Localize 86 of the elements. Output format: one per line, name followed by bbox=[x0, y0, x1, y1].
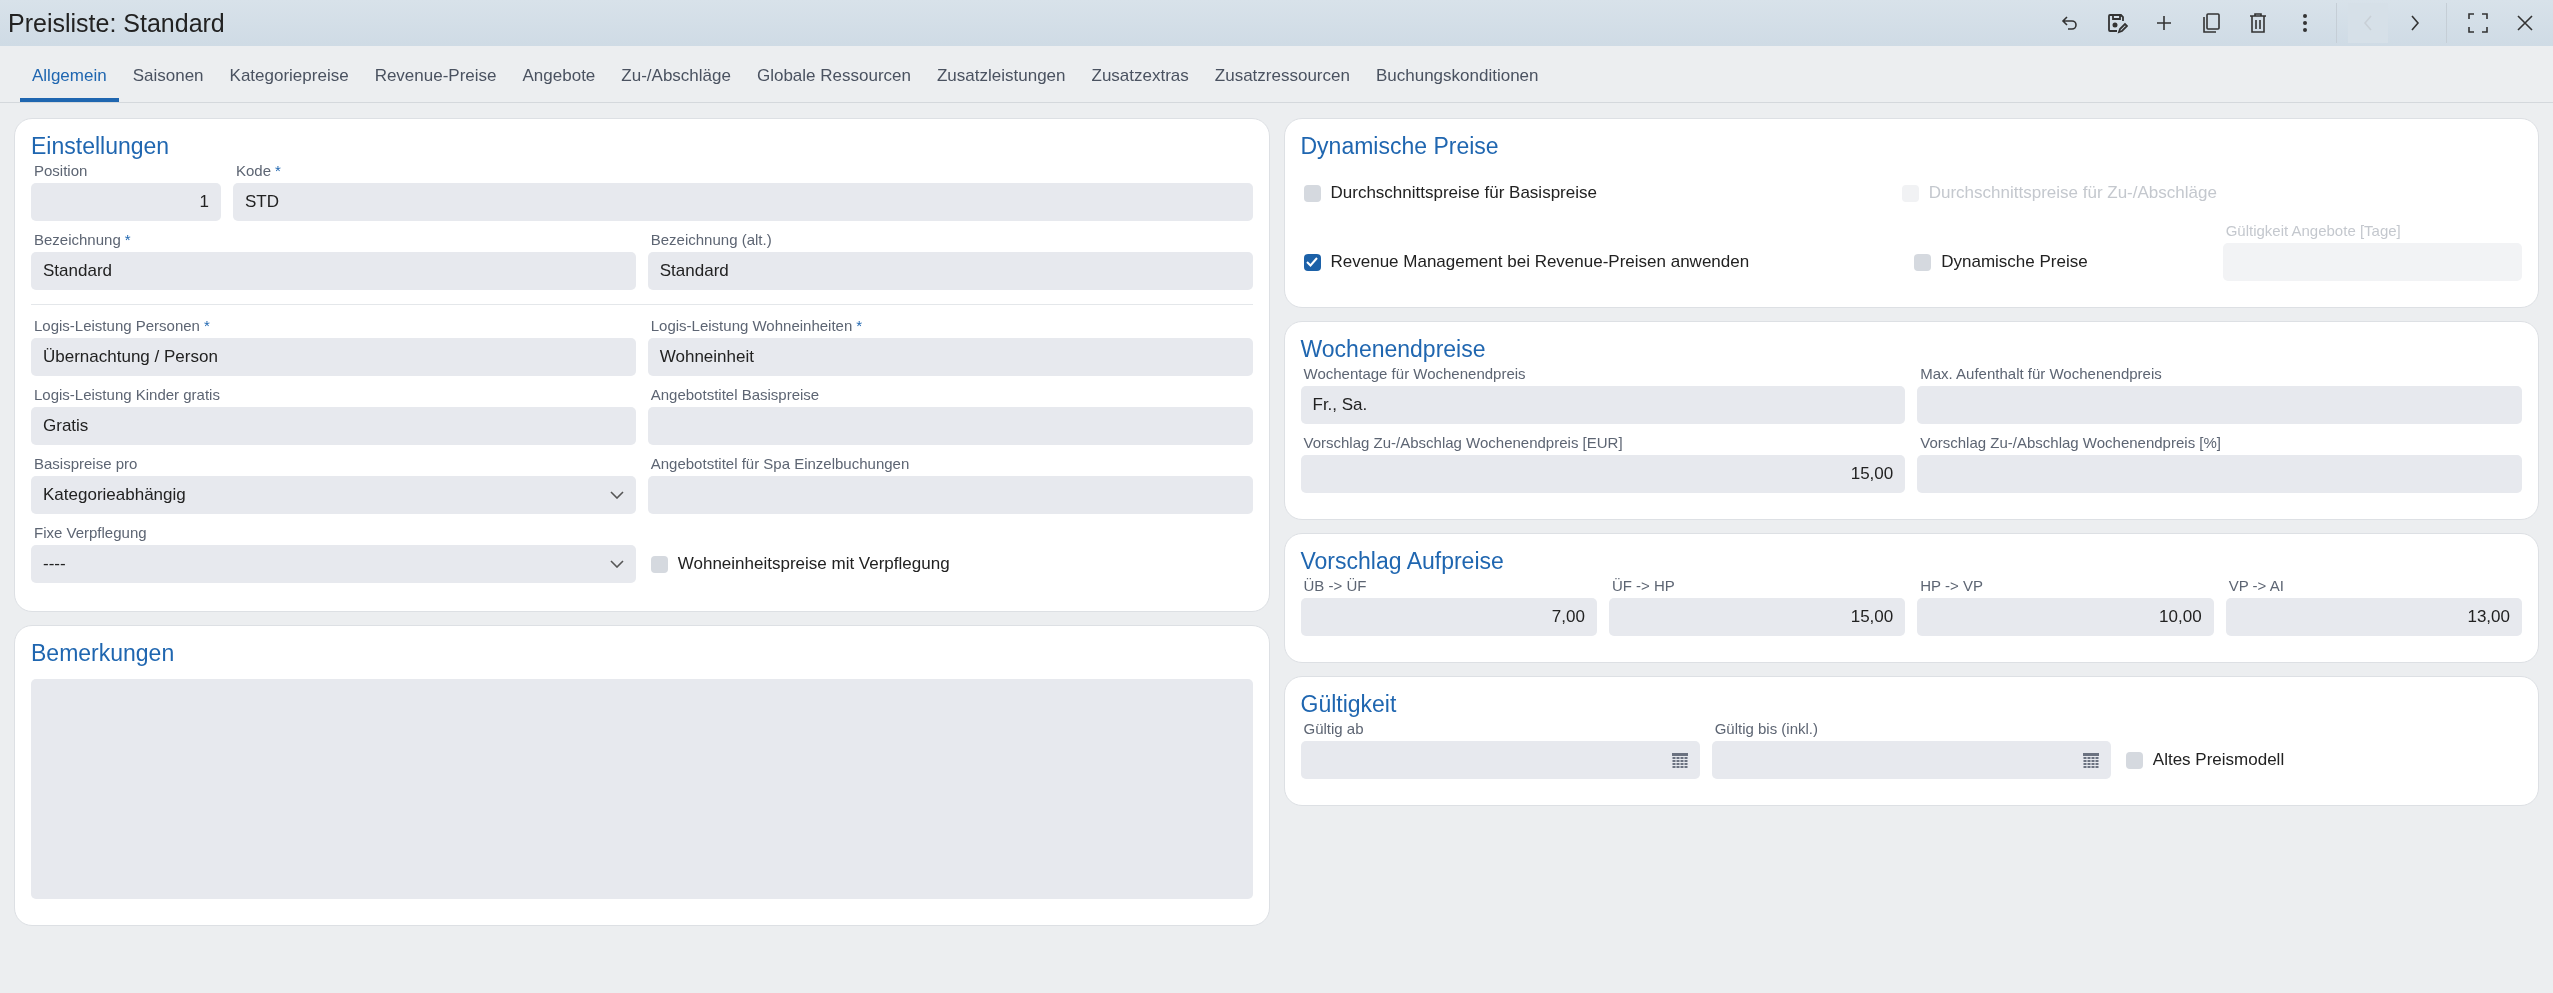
calendar-icon bbox=[1671, 752, 1688, 768]
input-field[interactable]: Standard bbox=[31, 252, 636, 290]
undo-icon bbox=[2060, 13, 2080, 33]
field-label: Angebotstitel Basispreise bbox=[649, 386, 821, 403]
input-field[interactable]: 10,00 bbox=[1917, 598, 2214, 636]
input-field[interactable] bbox=[647, 476, 1253, 514]
fullscreen-icon bbox=[2468, 13, 2488, 33]
checkbox-label: Wohneinheitspreise mit Verpflegung bbox=[677, 554, 950, 574]
chevron-down-icon bbox=[609, 560, 624, 568]
input-field[interactable]: 13,00 bbox=[2225, 598, 2522, 636]
tab[interactable]: Allgemein bbox=[20, 46, 119, 102]
field-label: Angebotstitel für Spa Einzelbuchungen bbox=[649, 455, 911, 472]
tab[interactable]: Zu-/Abschläge bbox=[609, 46, 743, 102]
plus-icon bbox=[2155, 14, 2173, 32]
input-field[interactable] bbox=[1917, 386, 2522, 424]
window-title: Preisliste: Standard bbox=[8, 8, 226, 38]
field-label: ÜF -> HP bbox=[1610, 577, 1676, 594]
checkbox-label: Revenue Management bei Revenue-Preisen anwenden bbox=[1330, 252, 1750, 272]
more-icon bbox=[2302, 13, 2308, 33]
field-label: Bezeichnung (alt.) bbox=[649, 231, 773, 248]
checkbox[interactable] bbox=[1303, 253, 1321, 271]
input-field[interactable]: 15,00 bbox=[1608, 598, 1906, 636]
input-field[interactable]: STD bbox=[233, 183, 1253, 221]
field-label: Logis-Leistung Personen * bbox=[33, 317, 211, 334]
section-title: Einstellungen bbox=[31, 133, 171, 160]
checkbox[interactable] bbox=[1303, 184, 1321, 202]
chevron-down-icon bbox=[609, 491, 624, 499]
field-label: Basispreise pro bbox=[33, 455, 139, 472]
field-label: Bezeichnung * bbox=[33, 231, 132, 248]
trash-icon bbox=[2249, 12, 2267, 34]
tab[interactable]: Angebote bbox=[510, 46, 608, 102]
field-label: Vorschlag Zu-/Abschlag Wochenendpreis [EUR] bbox=[1302, 434, 1624, 451]
tab[interactable]: Saisonen bbox=[120, 46, 216, 102]
checkbox-label: Durchschnittspreise für Zu-/Abschläge bbox=[1928, 183, 2217, 203]
field-label: Position bbox=[33, 162, 89, 179]
dropdown[interactable]: ---- bbox=[31, 545, 636, 583]
tab[interactable]: Zusatzleistungen bbox=[925, 46, 1078, 102]
input-field[interactable]: Übernachtung / Person bbox=[31, 338, 636, 376]
save-edit-icon bbox=[2106, 12, 2128, 34]
dropdown[interactable]: Kategorieabhängig bbox=[31, 476, 636, 514]
field-label: Gültig bis (inkl.) bbox=[1713, 720, 1819, 737]
field-label: Kode * bbox=[235, 162, 282, 179]
field-label: Max. Aufenthalt für Wochenendpreis bbox=[1919, 365, 2163, 382]
checkbox[interactable] bbox=[2125, 751, 2143, 769]
tab[interactable]: Buchungskonditionen bbox=[1363, 46, 1551, 102]
field-label: ÜB -> ÜF bbox=[1302, 577, 1368, 594]
input-field[interactable]: 7,00 bbox=[1300, 598, 1597, 636]
text-area[interactable] bbox=[31, 679, 1253, 899]
date-field[interactable] bbox=[1300, 741, 1700, 779]
field-label: Fixe Verpflegung bbox=[33, 524, 148, 541]
checkbox[interactable] bbox=[650, 555, 668, 573]
field-label: HP -> VP bbox=[1919, 577, 1984, 594]
field-label: VP -> AI bbox=[2227, 577, 2285, 594]
input-field[interactable]: Fr., Sa. bbox=[1300, 386, 1906, 424]
checkbox[interactable] bbox=[1914, 253, 1932, 271]
input-field[interactable] bbox=[1917, 455, 2522, 493]
checkbox-label: Dynamische Preise bbox=[1941, 252, 2088, 272]
field-label: Logis-Leistung Kinder gratis bbox=[33, 386, 221, 403]
field-label: Logis-Leistung Wohneinheiten * bbox=[649, 317, 864, 334]
section-title: Gültigkeit bbox=[1300, 691, 1398, 718]
field-label: Wochentage für Wochenendpreis bbox=[1302, 365, 1527, 382]
tab[interactable]: Revenue-Preise bbox=[362, 46, 509, 102]
section-title: Dynamische Preise bbox=[1300, 133, 1500, 160]
input-field[interactable]: Gratis bbox=[31, 407, 636, 445]
section-title: Vorschlag Aufpreise bbox=[1300, 548, 1505, 575]
calendar-icon bbox=[2082, 752, 2099, 768]
field-label: Gültigkeit Angebote [Tage] bbox=[2224, 222, 2402, 239]
input-field[interactable]: Wohneinheit bbox=[647, 338, 1253, 376]
input-field[interactable]: 15,00 bbox=[1300, 455, 1906, 493]
section-title: Wochenendpreise bbox=[1300, 336, 1487, 363]
input-field[interactable] bbox=[647, 407, 1253, 445]
copy-icon bbox=[2201, 12, 2221, 34]
date-field[interactable] bbox=[1711, 741, 2111, 779]
tab[interactable]: Globale Ressourcen bbox=[744, 46, 923, 102]
tab[interactable]: Zusatzextras bbox=[1079, 46, 1201, 102]
input-field[interactable]: Standard bbox=[647, 252, 1253, 290]
input-field[interactable]: 1 bbox=[31, 183, 221, 221]
close-icon bbox=[2516, 14, 2534, 32]
field-label: Vorschlag Zu-/Abschlag Wochenendpreis [%] bbox=[1919, 434, 2222, 451]
field-label: Gültig ab bbox=[1302, 720, 1365, 737]
section-title: Bemerkungen bbox=[31, 640, 176, 667]
chevron-right-icon bbox=[2410, 15, 2420, 31]
tab[interactable]: Kategoriepreise bbox=[217, 46, 361, 102]
tab[interactable]: Zusatzressourcen bbox=[1202, 46, 1362, 102]
checkbox-label: Altes Preismodell bbox=[2152, 750, 2285, 770]
checkbox-label: Durchschnittspreise für Basispreise bbox=[1330, 183, 1597, 203]
